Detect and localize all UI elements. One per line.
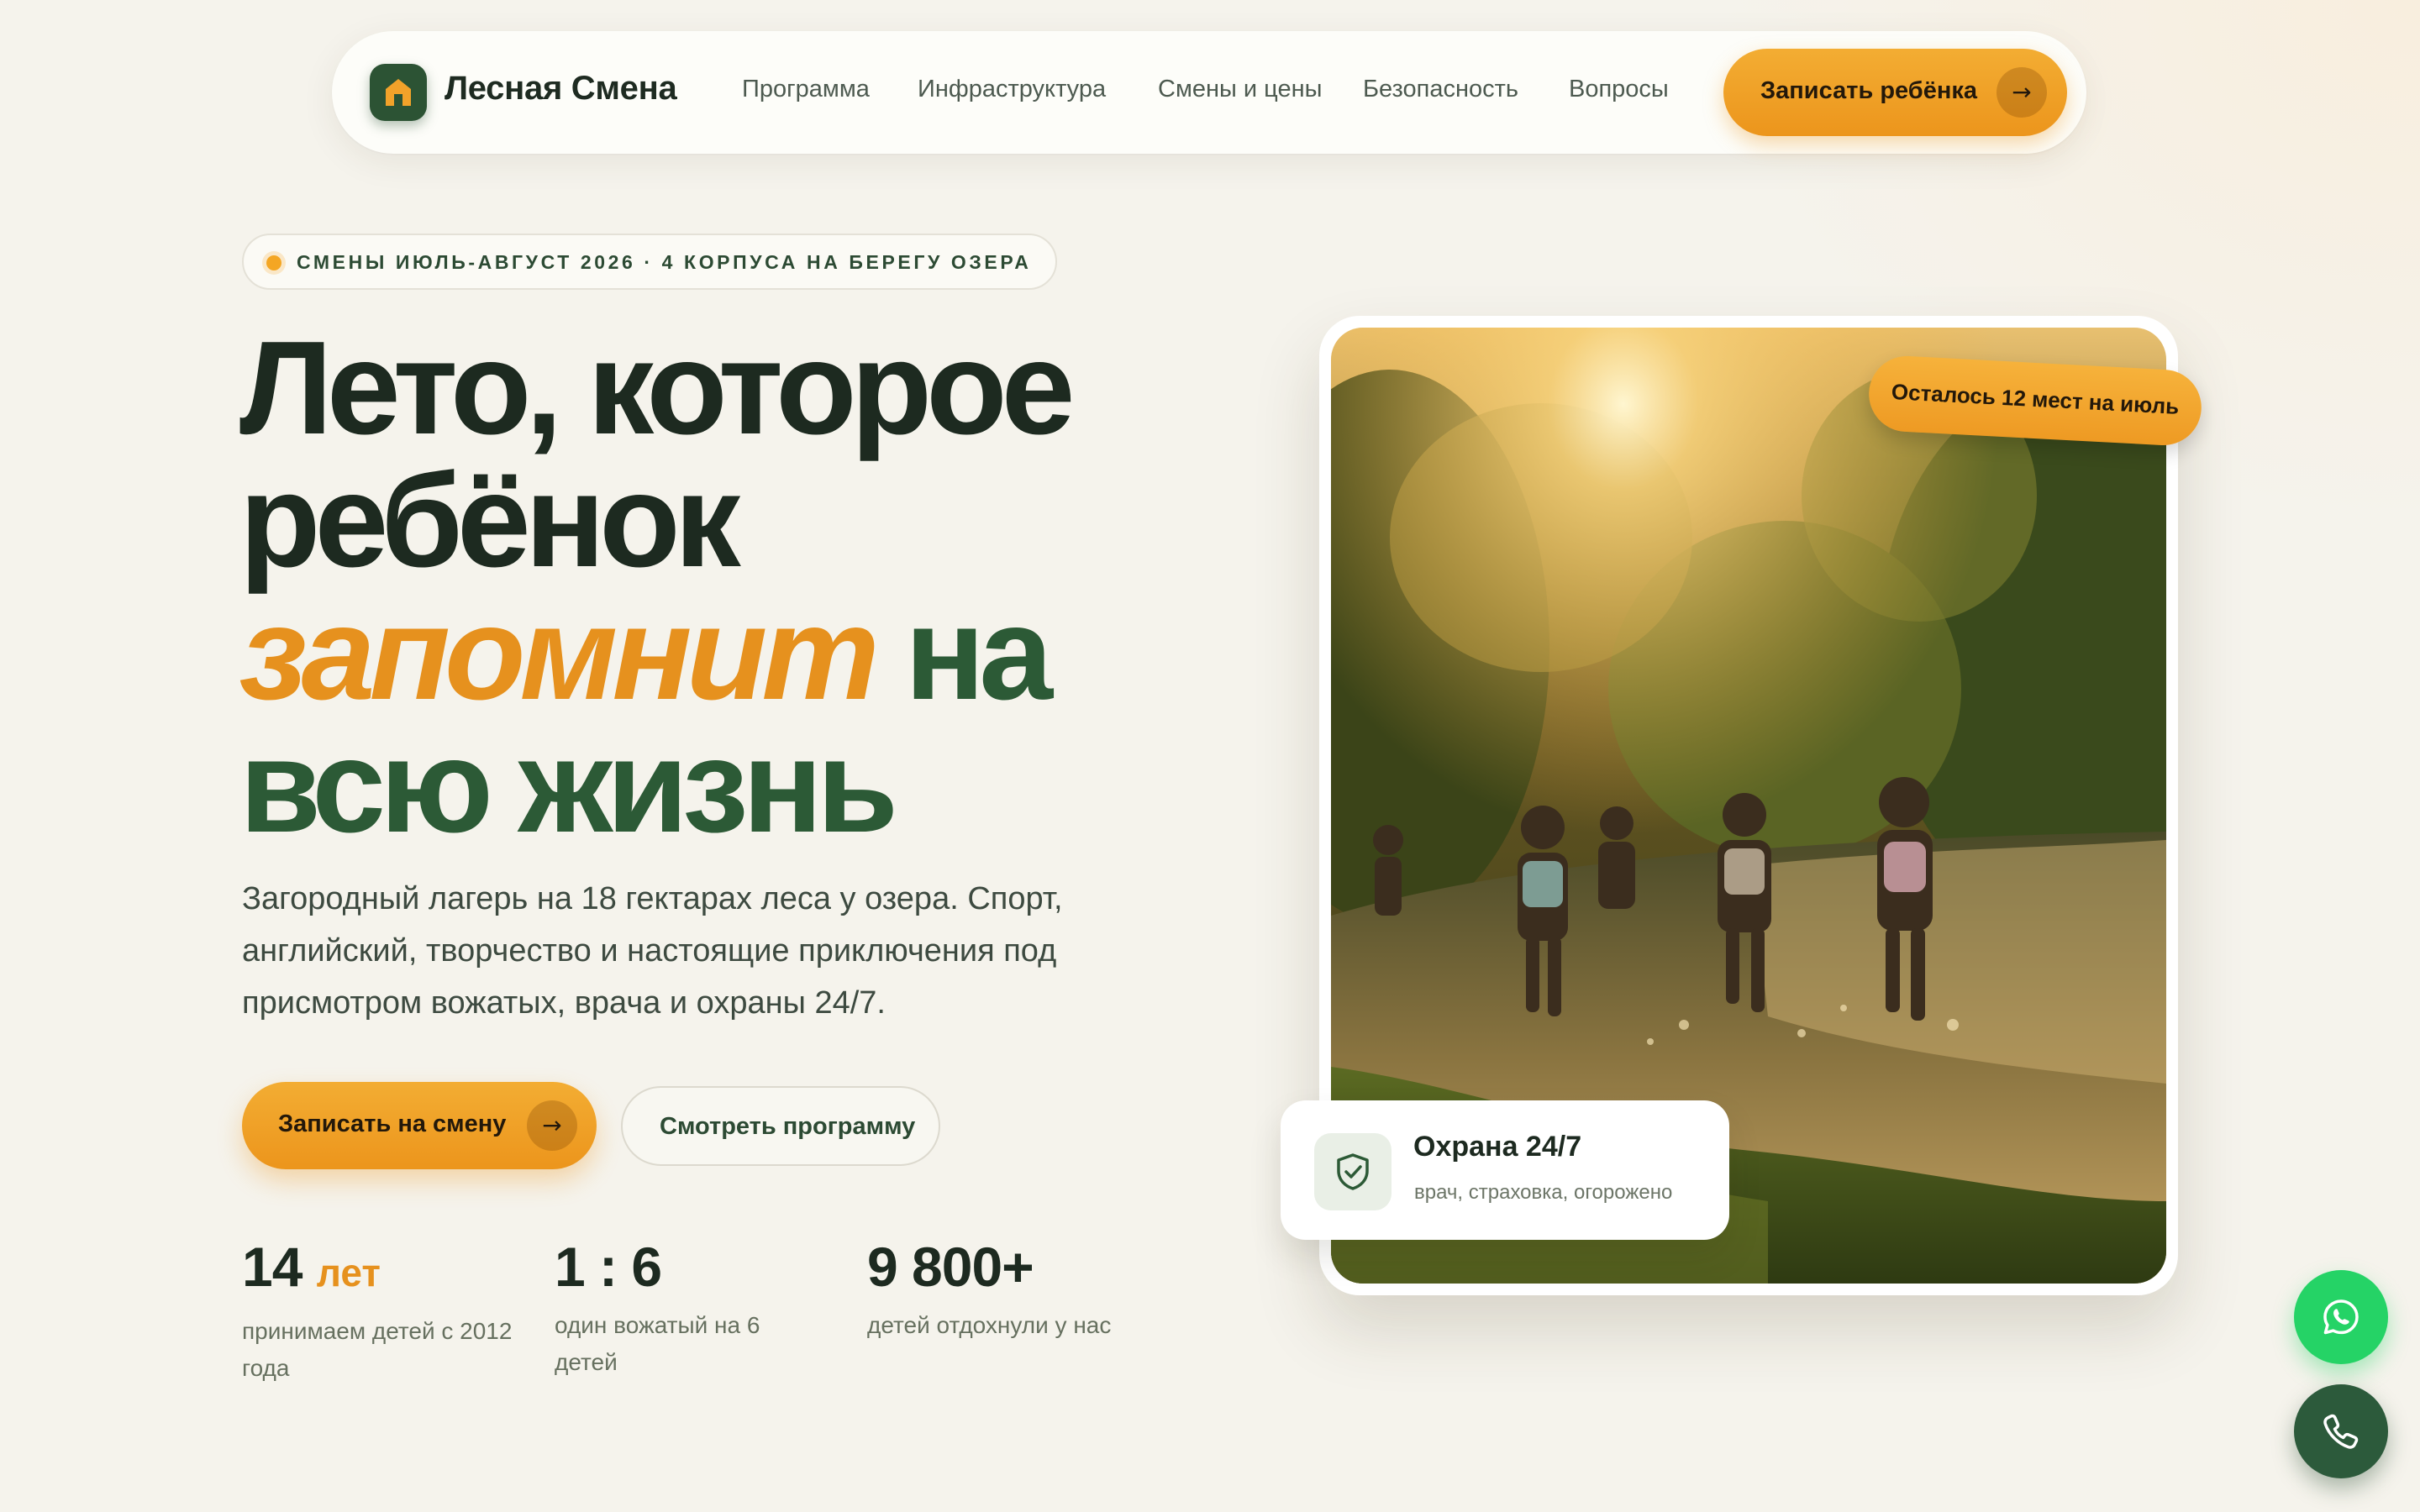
- hero-headline: Лето, которое ребёнок запомнит на всю жи…: [239, 314, 1076, 860]
- nav-link-faq[interactable]: Вопросы: [1569, 76, 1669, 103]
- stat-description: принимаем детей с 2012 года: [242, 1318, 513, 1381]
- whatsapp-button[interactable]: [2294, 1270, 2388, 1364]
- season-badge-text: СМЕНЫ ИЮЛЬ-АВГУСТ 2026 · 4 КОРПУСА НА БЕ…: [297, 251, 1032, 273]
- view-program-label: Смотреть программу: [660, 1113, 916, 1140]
- enroll-child-button[interactable]: Записать ребёнка →: [1723, 49, 2067, 136]
- enroll-child-label: Записать ребёнка: [1760, 77, 1977, 104]
- enroll-session-button[interactable]: Записать на смену →: [242, 1082, 597, 1169]
- nav-link-safety[interactable]: Безопасность: [1363, 76, 1518, 103]
- nav-link-program[interactable]: Программа: [742, 76, 870, 103]
- stat-value: 9 800+: [867, 1236, 1034, 1298]
- stat-value: 1 : 6: [555, 1236, 662, 1298]
- seats-left-text: Осталось 12 мест на июль: [1891, 379, 2180, 419]
- stat-unit: лет: [316, 1251, 381, 1294]
- shield-check-icon: [1314, 1133, 1392, 1210]
- arrow-right-icon: →: [527, 1100, 577, 1151]
- house-icon: [386, 79, 411, 106]
- view-program-button[interactable]: Смотреть программу: [621, 1086, 940, 1166]
- headline-line-4: всю жизнь: [239, 712, 898, 860]
- season-badge: СМЕНЫ ИЮЛЬ-АВГУСТ 2026 · 4 КОРПУСА НА БЕ…: [242, 234, 1057, 290]
- phone-icon: [2323, 1414, 2359, 1449]
- phone-button[interactable]: [2294, 1384, 2388, 1478]
- headline-line-1: Лето, которое: [239, 314, 1076, 462]
- security-card-subtitle: врач, страховка, огорожено: [1414, 1181, 1673, 1204]
- enroll-session-label: Записать на смену: [278, 1110, 507, 1137]
- status-dot: [266, 255, 281, 270]
- headline-line-3-rest: на: [904, 580, 1053, 727]
- nav-link-sessions-prices[interactable]: Смены и цены: [1158, 76, 1322, 103]
- headline-line-2: ребёнок: [239, 447, 741, 595]
- top-navigation-bar: Лесная Смена Программа Инфраструктура См…: [332, 31, 2086, 154]
- arrow-right-icon: →: [1996, 67, 2047, 118]
- stat-years: 14 лет принимаем детей с 2012 года: [242, 1235, 519, 1387]
- logo-mark[interactable]: [370, 64, 427, 121]
- stat-value: 14 лет: [242, 1236, 381, 1298]
- stat-children: 9 800+ детей отдохнули у нас: [867, 1235, 1153, 1344]
- stat-description: один вожатый на 6 детей: [555, 1312, 760, 1375]
- security-card: Охрана 24/7 врач, страховка, огорожено: [1281, 1100, 1729, 1240]
- logo-text[interactable]: Лесная Смена: [445, 70, 677, 108]
- stat-ratio: 1 : 6 один вожатый на 6 детей: [555, 1235, 807, 1381]
- hero-description: Загородный лагерь на 18 гектарах леса у …: [242, 881, 1063, 1021]
- headline-accent-word: запомнит: [239, 580, 880, 727]
- stat-description: детей отдохнули у нас: [867, 1312, 1112, 1338]
- whatsapp-icon: [2323, 1299, 2359, 1335]
- security-card-title: Охрана 24/7: [1413, 1131, 1582, 1163]
- nav-link-infrastructure[interactable]: Инфраструктура: [918, 76, 1106, 103]
- headline-line-3: запомнит на: [239, 587, 1070, 720]
